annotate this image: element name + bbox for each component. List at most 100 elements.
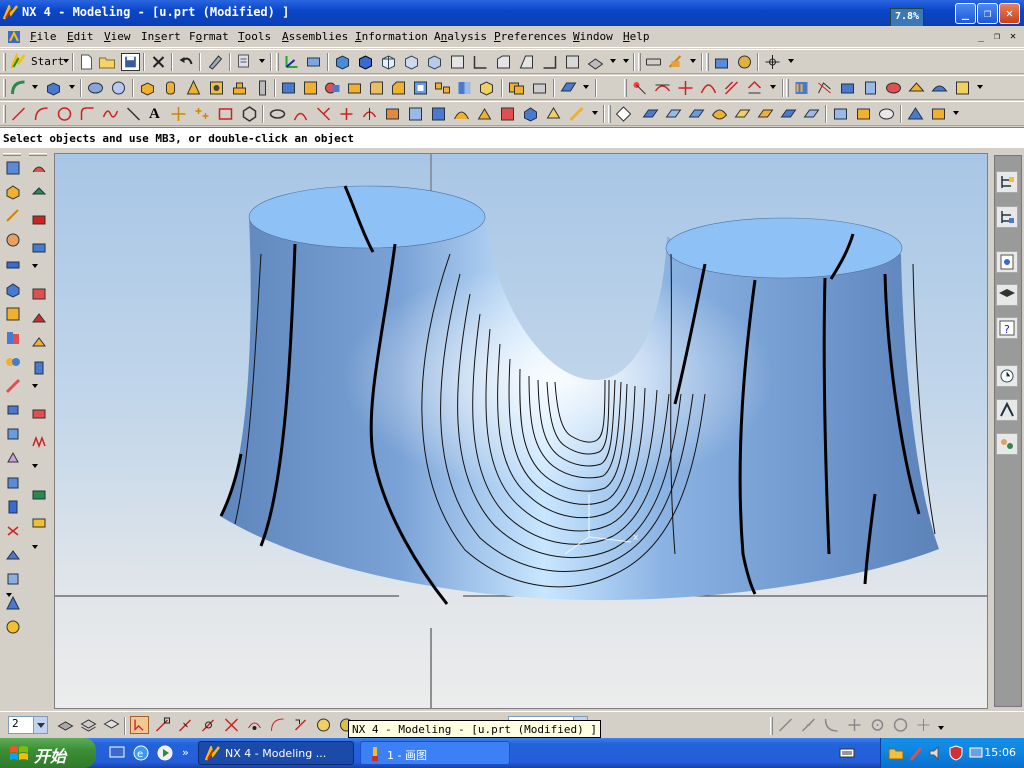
show-desktop-icon[interactable] (108, 744, 126, 762)
start-dropdown-arrow[interactable] (63, 59, 69, 63)
toolbar-overflow-arrow[interactable] (623, 59, 629, 63)
surface-through-curves-icon[interactable] (31, 160, 47, 176)
network-icon[interactable] (967, 744, 985, 762)
static-wireframe-icon[interactable] (425, 53, 444, 71)
help-tab-icon[interactable]: ? (996, 317, 1018, 339)
chamfer-icon[interactable] (389, 79, 408, 97)
face-blend-icon[interactable] (906, 105, 925, 123)
volume-icon[interactable] (927, 744, 945, 762)
snap-center-icon[interactable] (868, 716, 887, 734)
visible-layers-icon[interactable] (79, 716, 98, 734)
sew-icon[interactable] (953, 79, 972, 97)
start-button[interactable]: 开始 (0, 738, 96, 768)
left-col2-more-arrow-3[interactable] (32, 464, 38, 468)
wrap-curve-icon[interactable] (498, 105, 517, 123)
edit-fillet-icon[interactable] (383, 105, 402, 123)
curve-ops-dropdown-arrow[interactable] (770, 85, 776, 89)
extrude-icon[interactable] (44, 79, 63, 97)
datum-dropdown-arrow[interactable] (583, 85, 589, 89)
curve-tools-dropdown-arrow[interactable] (592, 111, 598, 115)
surface-analysis-icon[interactable] (5, 475, 21, 491)
menu-format[interactable]: Format (189, 30, 229, 43)
part-navigator-tab-icon[interactable] (996, 206, 1018, 228)
fillet-surface-icon[interactable] (31, 334, 47, 350)
unite-icon[interactable] (507, 79, 526, 97)
section-analysis-icon[interactable] (5, 523, 21, 539)
smooth-spline-icon[interactable] (452, 105, 471, 123)
model-surface-render[interactable]: x (55, 154, 988, 709)
close-button[interactable]: ✕ (999, 3, 1020, 24)
isometric-view-icon[interactable] (586, 53, 605, 71)
edit-object-icon[interactable] (206, 53, 225, 71)
sketch-dropdown-arrow[interactable] (32, 85, 38, 89)
soft-blend-icon[interactable] (929, 105, 948, 123)
sketch-icon[interactable] (9, 79, 28, 97)
right-view-icon[interactable] (494, 53, 513, 71)
assembly-navigator-icon[interactable] (712, 53, 731, 71)
work-layer-select[interactable]: 2 (8, 716, 48, 734)
history-clock-tab-icon[interactable] (996, 365, 1018, 387)
snap-cross-icon[interactable] (914, 716, 933, 734)
shaded-view-icon[interactable] (333, 53, 352, 71)
start-icon[interactable] (9, 53, 28, 71)
arc-icon[interactable] (32, 105, 51, 123)
new-file-icon[interactable] (77, 53, 96, 71)
extrude-dropdown-arrow[interactable] (69, 85, 75, 89)
keyboard-icon[interactable] (838, 744, 856, 762)
snap-dropdown-arrow[interactable] (788, 59, 794, 63)
top-view-icon[interactable] (471, 53, 490, 71)
swept-icon[interactable] (838, 79, 857, 97)
menu-window[interactable]: Window (573, 30, 613, 43)
curve-along-icon[interactable] (567, 105, 586, 123)
delete-icon[interactable] (149, 53, 168, 71)
reverse-normal-icon[interactable] (779, 105, 798, 123)
curve-analysis-icon[interactable] (5, 499, 21, 515)
minimize-button[interactable]: _ (955, 3, 976, 24)
fillet-icon[interactable] (78, 105, 97, 123)
left-col2-more-arrow-1[interactable] (32, 264, 38, 268)
view-dropdown-arrow[interactable] (610, 59, 616, 63)
pad-icon[interactable] (279, 79, 298, 97)
line-tangent-icon[interactable] (653, 79, 672, 97)
task-nx-modeling[interactable]: NX 4 - Modeling ... (198, 741, 354, 765)
snap-midline-icon[interactable] (799, 716, 818, 734)
menu-analysis[interactable]: Analysis (434, 30, 487, 43)
block-icon[interactable] (138, 79, 157, 97)
snap-point-icon[interactable] (763, 53, 782, 71)
bounded-plane-icon[interactable] (884, 79, 903, 97)
bottom-view-icon[interactable] (540, 53, 559, 71)
law-extension-icon[interactable] (31, 310, 47, 326)
shaded-cube-icon[interactable] (5, 571, 21, 587)
system-materials-tab-icon[interactable] (996, 433, 1018, 455)
i-form-icon[interactable] (854, 105, 873, 123)
sphere-shape-icon[interactable] (5, 619, 21, 635)
section-surface-icon[interactable] (31, 360, 47, 376)
shape-studio-icon[interactable] (5, 232, 21, 248)
menu-information[interactable]: Information (355, 30, 428, 43)
udf-icon[interactable] (5, 426, 21, 442)
right-cap[interactable] (665, 217, 903, 279)
point-construct-icon[interactable] (630, 79, 649, 97)
feature-icon[interactable] (5, 282, 21, 298)
layer-settings-icon[interactable] (56, 716, 75, 734)
swoop-icon[interactable] (31, 184, 47, 200)
point-on-curve-snap-icon[interactable] (314, 716, 333, 734)
thicken-icon[interactable] (31, 406, 47, 422)
mesh-surface-icon[interactable] (815, 79, 834, 97)
mdi-minimize-button[interactable]: _ (974, 31, 988, 44)
analysis-tool-icon[interactable] (235, 53, 254, 71)
menu-file[interactable]: File (30, 30, 57, 43)
roles-tab-icon[interactable] (996, 399, 1018, 421)
menu-assemblies[interactable]: Assemblies (282, 30, 348, 43)
offset-surface-icon[interactable] (907, 79, 926, 97)
open-folder-icon[interactable] (98, 53, 117, 71)
left-col1-more-arrow[interactable] (6, 593, 12, 597)
part-navigator-icon[interactable] (5, 160, 21, 176)
silhouette-flange-icon[interactable] (31, 212, 47, 228)
spreadsheet-icon[interactable] (5, 378, 21, 394)
edge-blend-icon[interactable] (367, 79, 386, 97)
section-view-icon[interactable] (666, 53, 685, 71)
studio-surface-icon[interactable] (31, 286, 47, 302)
polygon-icon[interactable] (240, 105, 259, 123)
front-view-icon[interactable] (448, 53, 467, 71)
